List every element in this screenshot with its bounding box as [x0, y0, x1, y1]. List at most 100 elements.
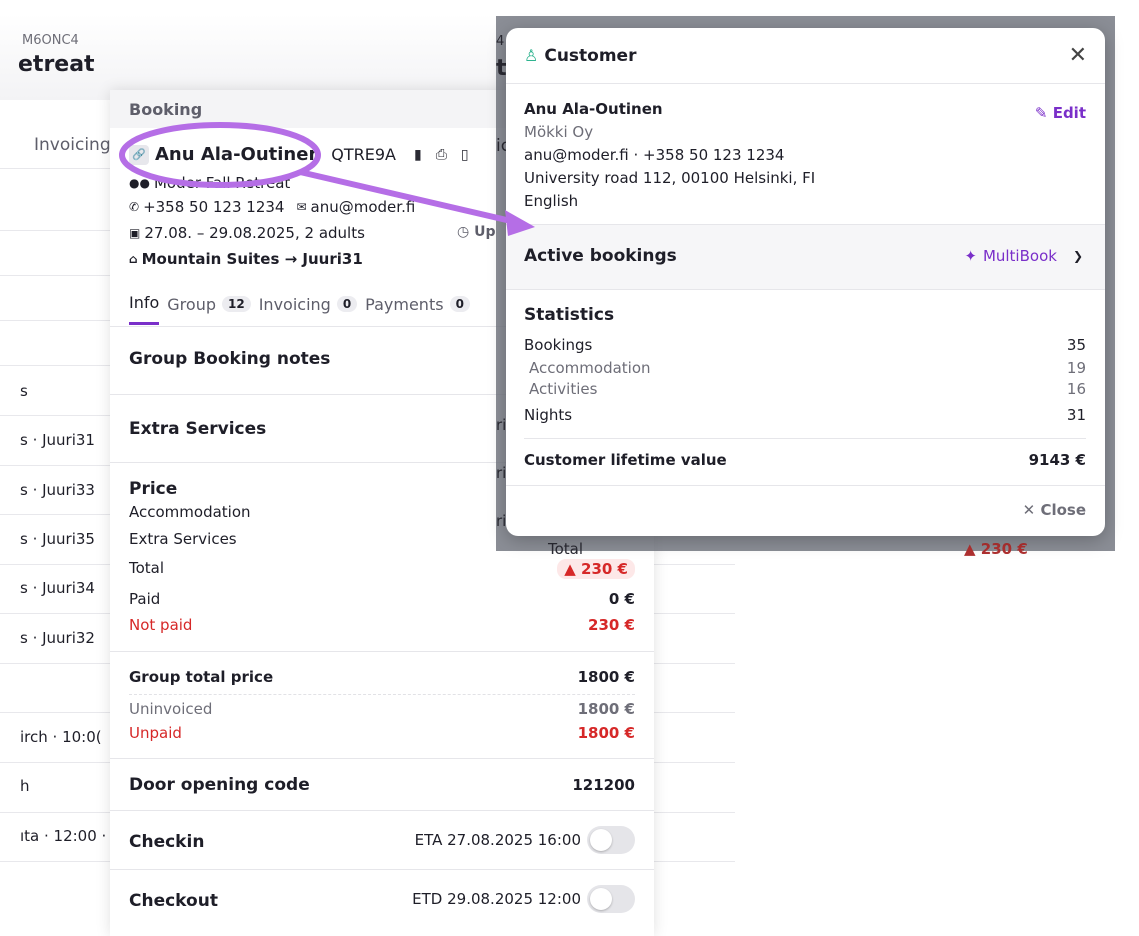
stat-label: Nights: [524, 406, 573, 424]
stat-value: 31: [1066, 406, 1086, 424]
customer-language: English: [524, 192, 579, 210]
list-item[interactable]: s · Juuri33: [20, 481, 95, 499]
total-alert-badge: ▲ 230 €: [557, 559, 635, 579]
checkout-section: Checkout ETD 29.08.2025 12:00: [110, 869, 654, 936]
background-title: etreat: [18, 52, 95, 77]
booking-code: QTRE9A: [331, 145, 396, 164]
list-item[interactable]: s · Juuri31: [20, 431, 95, 449]
stat-label: Bookings: [524, 336, 593, 354]
tab-info[interactable]: Info: [129, 293, 160, 325]
tab-group[interactable]: Group 12: [167, 293, 251, 325]
guest-phone: +358 50 123 1234: [143, 198, 285, 216]
contact-row: ✆ +358 50 123 1234 ✉ anu@moder.fi: [129, 198, 415, 216]
not-paid-value: 230 €: [588, 616, 635, 634]
door-code-value: 121200: [572, 776, 635, 794]
tab-label: Group: [167, 294, 216, 314]
room-row: ⌂ Mountain Suites → Juuri31: [129, 250, 363, 268]
checkout-control: ETD 29.08.2025 12:00: [412, 885, 635, 913]
price-row-total: Total ▲ 230 €: [129, 559, 635, 579]
list-item[interactable]: ıta · 12:00 ·: [20, 827, 106, 845]
stat-row-activities: Activities 16: [524, 380, 1086, 398]
booking-panel-title: Booking: [129, 100, 203, 119]
multibook-label: MultiBook: [982, 247, 1057, 265]
checkin-section: Checkin ETA 27.08.2025 16:00: [110, 810, 654, 869]
edit-customer-button[interactable]: ✎ Edit: [1035, 104, 1086, 122]
uninvoiced-value: 1800 €: [577, 700, 635, 718]
list-item[interactable]: s: [20, 382, 28, 400]
stat-value: 19: [1066, 359, 1086, 377]
tab-invoicing[interactable]: Invoicing 0: [259, 293, 358, 325]
divider: [524, 438, 1086, 439]
chevron-down-icon[interactable]: ❯: [1073, 249, 1083, 263]
room-assignment: Mountain Suites → Juuri31: [141, 250, 363, 268]
close-label: Close: [1040, 501, 1086, 519]
price-row-not-paid: Not paid 230 €: [129, 616, 635, 634]
list-item[interactable]: s · Juuri32: [20, 629, 95, 647]
update-status: ◷ Up: [457, 224, 495, 240]
stat-row-accommodation: Accommodation 19: [524, 359, 1086, 377]
customer-contact: anu@moder.fi · +358 50 123 1234: [524, 146, 785, 164]
door-code-section: Door opening code 121200: [110, 758, 654, 810]
list-item[interactable]: s · Juuri34: [20, 579, 95, 597]
tab-label: Payments: [365, 294, 444, 314]
group-notes-title: Group Booking notes: [129, 349, 331, 369]
clock-icon: ◷: [457, 224, 470, 240]
backdrop-text: ri: [496, 512, 507, 530]
customer-name: Anu Ala-Outinen: [524, 100, 663, 118]
background-booking-code: M6ONC4: [22, 33, 79, 48]
backdrop-text: ▲ 230 €: [964, 540, 1028, 558]
divider: [129, 694, 635, 695]
close-button[interactable]: ✕ Close: [1023, 501, 1086, 519]
bookmark-icon[interactable]: ▮: [414, 147, 422, 163]
list-item[interactable]: h: [20, 777, 30, 795]
uninvoiced-label: Uninvoiced: [129, 700, 213, 718]
list-item[interactable]: s · Juuri35: [20, 530, 95, 548]
customer-company: Mökki Oy: [524, 123, 594, 141]
backdrop-text: ri: [496, 416, 507, 434]
tab-count-badge: 0: [336, 296, 358, 312]
event-row: ●● Moder Fall Retreat: [129, 174, 290, 192]
checkin-toggle[interactable]: [587, 826, 635, 854]
backdrop-total-value: 230 €: [980, 540, 1028, 558]
list-item[interactable]: irch · 10:0(: [20, 728, 102, 746]
dates-row: ▣ 27.08. – 29.08.2025, 2 adults: [129, 224, 365, 242]
stat-label: Activities: [529, 380, 598, 398]
checkin-control: ETA 27.08.2025 16:00: [415, 826, 635, 854]
price-title: Price: [129, 479, 178, 499]
mail-icon: ✉: [296, 200, 307, 214]
clipboard-icon[interactable]: ▯: [461, 147, 469, 163]
tab-payments[interactable]: Payments 0: [365, 293, 470, 325]
customer-modal-title: Customer: [544, 45, 637, 66]
person-icon: ♙: [524, 46, 539, 65]
price-label: Paid: [129, 590, 161, 608]
edit-label: Edit: [1052, 104, 1086, 122]
background-tab-invoicing[interactable]: Invoicing: [34, 135, 111, 155]
multibook-button[interactable]: ✦ MultiBook ❯: [964, 247, 1083, 265]
guest-name-link[interactable]: Anu Ala-Outinen: [155, 144, 321, 165]
active-bookings-section[interactable]: Active bookings ✦ MultiBook ❯: [506, 224, 1105, 290]
link-icon[interactable]: 🔗: [129, 144, 149, 165]
unpaid-row: Unpaid 1800 €: [129, 724, 635, 742]
stat-label: Accommodation: [529, 359, 651, 377]
checkout-etd: ETD 29.08.2025 12:00: [412, 890, 581, 908]
extra-services-title: Extra Services: [129, 419, 267, 439]
group-total-value: 1800 €: [577, 668, 635, 686]
total-value: 230 €: [581, 560, 628, 578]
update-status-label: Up: [474, 224, 496, 240]
unpaid-value: 1800 €: [577, 724, 635, 742]
group-total-section: Group total price 1800 € Uninvoiced 1800…: [110, 651, 654, 758]
group-icon: ●●: [129, 176, 150, 190]
backdrop-text: Total: [548, 540, 584, 558]
home-icon: ⌂: [129, 252, 138, 266]
unpaid-label: Unpaid: [129, 724, 182, 742]
print-icon[interactable]: ⎙: [436, 147, 447, 163]
checkout-toggle[interactable]: [587, 885, 635, 913]
calendar-icon: ▣: [129, 226, 141, 240]
booking-guest-row: 🔗 Anu Ala-Outinen QTRE9A ▮ ⎙ ▯: [129, 144, 469, 165]
group-total-label: Group total price: [129, 668, 274, 686]
door-code-row: 121200: [129, 776, 635, 794]
stat-row-bookings: Bookings 35: [524, 336, 1086, 354]
customer-modal-footer: ✕ Close: [506, 485, 1105, 536]
pencil-icon: ✎: [1034, 104, 1048, 122]
close-icon[interactable]: ✕: [1069, 43, 1087, 68]
